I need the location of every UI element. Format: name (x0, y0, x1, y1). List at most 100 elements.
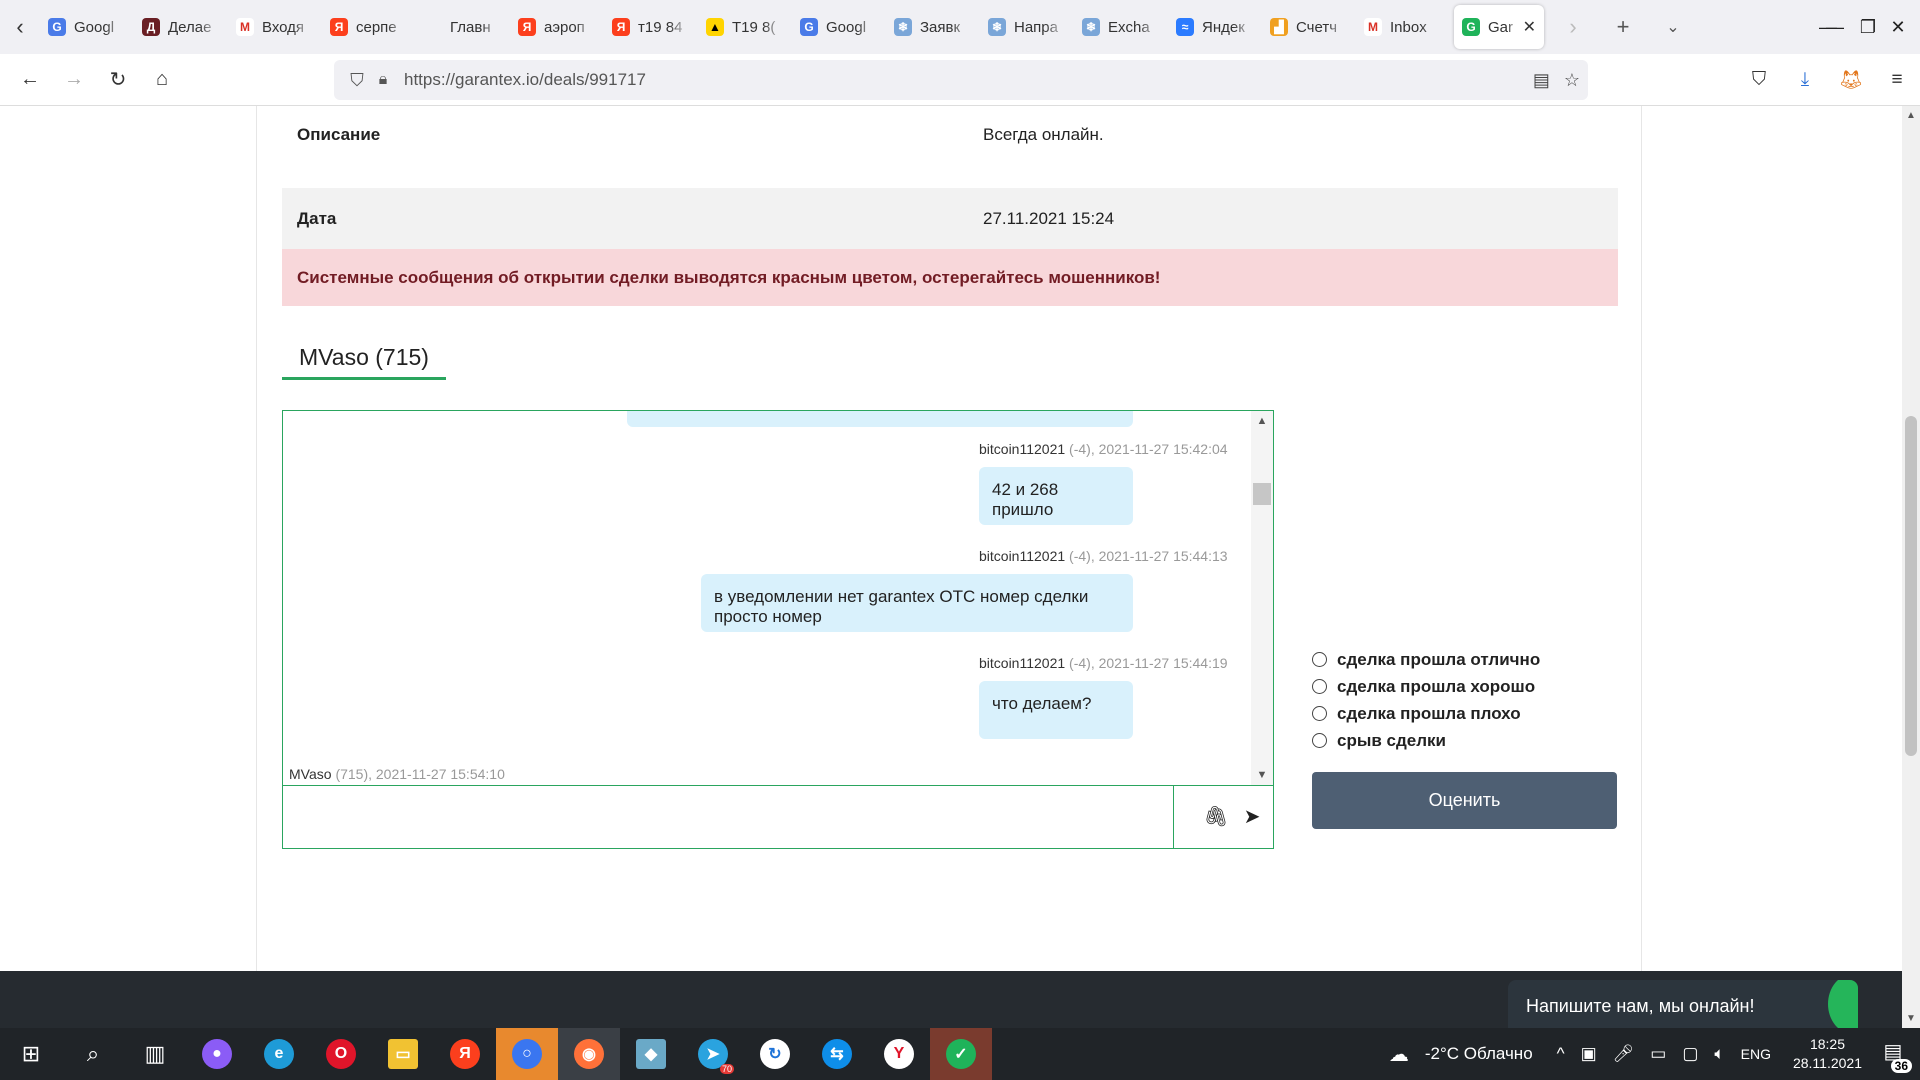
radio-button[interactable] (1312, 733, 1327, 748)
opera-browser-icon[interactable]: O (310, 1028, 372, 1080)
edge-browser-icon[interactable]: e (248, 1028, 310, 1080)
metamask-extension-icon[interactable]: 🦊︎ (1828, 68, 1874, 92)
clock[interactable]: 18:25 28.11.2021 (1793, 1035, 1862, 1073)
radio-button[interactable] (1312, 706, 1327, 721)
file-explorer-icon[interactable]: ▭ (372, 1028, 434, 1080)
browser-tab[interactable]: Д Делае (134, 5, 228, 49)
language-indicator[interactable]: ENG (1741, 1046, 1771, 1062)
battery-icon[interactable]: ▭ (1650, 1044, 1666, 1064)
tab-favicon-icon (424, 18, 442, 36)
notification-center-icon[interactable]: ▤ 36 (1876, 1039, 1912, 1073)
volume-icon[interactable]: 🔈︎ (1714, 1044, 1724, 1064)
chevron-down-icon[interactable]: ▼ (1251, 765, 1273, 785)
chat-scrollbar[interactable]: ▲ ▼ (1251, 411, 1273, 785)
address-bar[interactable]: ⛉ 🔒︎ https://garantex.io/deals/991717 ▤ … (334, 60, 1588, 100)
url-text[interactable]: https://garantex.io/deals/991717 (404, 70, 646, 90)
browser-tab[interactable]: ▟ Счетч (1262, 5, 1356, 49)
weather-text[interactable]: -2°C Облачно (1425, 1044, 1533, 1064)
browser-tab[interactable]: M Inbox (1356, 5, 1450, 49)
system-tray: ☁ -2°C Облачно ^ ▣ 🎤︎ ▭ ▢ 🔈︎ ENG 18:25 2… (1381, 1028, 1920, 1080)
teamviewer-icon[interactable]: ⇆ (806, 1028, 868, 1080)
browser-tab[interactable]: Ясерпе (322, 5, 416, 49)
firefox-browser-icon[interactable]: ◉ (558, 1028, 620, 1080)
game-app-icon[interactable]: ✓ (930, 1028, 992, 1080)
browser-tab[interactable]: G Googl (40, 5, 134, 49)
alice-assistant-icon[interactable]: ● (186, 1028, 248, 1080)
home-button[interactable]: ⌂ (140, 54, 184, 106)
radio-button[interactable] (1312, 652, 1327, 667)
telegram-app-icon[interactable]: ➤ 70 (682, 1028, 744, 1080)
page-content: Описание Всегда онлайн. Дата 27.11.2021 … (0, 106, 1902, 1028)
attach-file-icon[interactable]: 🖇︎ (1201, 802, 1231, 832)
browser-tab[interactable]: ≈ Яндек (1168, 5, 1262, 49)
page-scrollbar[interactable]: ▲ ▼ (1902, 106, 1920, 1028)
deal-rating-options: сделка прошла отлично сделка прошла хоро… (1312, 646, 1540, 754)
downloads-icon[interactable]: ⤓ (1782, 69, 1828, 91)
back-button[interactable]: ← (8, 54, 52, 106)
close-tab-icon[interactable]: ✕ (1523, 17, 1536, 37)
tab-label: Заявк (920, 18, 961, 36)
message-input[interactable] (283, 786, 1173, 848)
task-view-icon[interactable]: ▥ (124, 1028, 186, 1080)
garantex-favicon-icon: G (1462, 18, 1480, 36)
chat-scrollbar-thumb[interactable] (1253, 483, 1271, 505)
shield-icon[interactable]: ⛉ (344, 70, 370, 91)
tab-favicon-icon: Д (142, 18, 160, 36)
rate-button[interactable]: Оценить (1312, 772, 1617, 829)
forward-button[interactable]: → (52, 54, 96, 106)
start-windows-icon[interactable]: ⊞ (0, 1028, 62, 1080)
browser-tab[interactable]: G Googl (792, 5, 886, 49)
notes-app-icon[interactable]: ◆ (620, 1028, 682, 1080)
browser-tab[interactable]: M Входя (228, 5, 322, 49)
network-icon[interactable]: ▢ (1682, 1044, 1698, 1064)
camera-icon[interactable]: ▣ (1581, 1044, 1597, 1064)
browser-tab[interactable]: ▲ T19 8( (698, 5, 792, 49)
browser-tab[interactable]: ❄ Напра (980, 5, 1074, 49)
microphone-icon[interactable]: 🎤︎ (1613, 1044, 1635, 1064)
page-scrollbar-thumb[interactable] (1905, 416, 1917, 756)
chat-messages[interactable]: bitcoin112021 (-4), 2021-11-27 15:42:04 … (282, 410, 1274, 786)
tab-scroll-left-button[interactable]: ‹ (0, 0, 40, 54)
chat-message-meta: bitcoin112021 (-4), 2021-11-27 15:44:19 (979, 655, 1228, 671)
chevron-up-icon[interactable]: ▲ (1902, 110, 1920, 121)
chevron-down-icon[interactable]: ▼ (1902, 1013, 1920, 1024)
search-icon[interactable]: ⌕ (62, 1028, 124, 1080)
menu-icon[interactable]: ≡ (1874, 69, 1920, 91)
new-tab-button[interactable]: + (1598, 0, 1648, 54)
chat-partner-tab[interactable]: MVaso (715) (282, 334, 446, 380)
yandex-app-icon[interactable]: Y (868, 1028, 930, 1080)
tray-expand-icon[interactable]: ^ (1557, 1044, 1565, 1064)
reload-button[interactable]: ↻ (96, 54, 140, 106)
bookmark-star-icon[interactable]: ☆ (1564, 70, 1580, 91)
tab-label: т19 84 (638, 18, 683, 36)
browser-tab[interactable]: ❄ Заявк (886, 5, 980, 49)
minimize-window-button[interactable]: — (1810, 0, 1846, 54)
rating-option-bad[interactable]: сделка прошла плохо (1312, 700, 1540, 727)
tab-active[interactable]: G Gar ✕ (1454, 5, 1544, 49)
support-chat-widget[interactable]: Напишите нам, мы онлайн! (1508, 980, 1858, 1028)
signal-app-icon[interactable]: ○ (496, 1028, 558, 1080)
reader-view-icon[interactable]: ▤ (1533, 70, 1550, 91)
weather-cloud-icon[interactable]: ☁ (1389, 1042, 1409, 1067)
yandex-browser-icon[interactable]: Я (434, 1028, 496, 1080)
send-message-icon[interactable]: ➤ (1237, 802, 1267, 832)
browser-tab[interactable]: Ят19 84 (604, 5, 698, 49)
chat-message-meta: bitcoin112021 (-4), 2021-11-27 15:44:13 (979, 548, 1228, 564)
pocket-icon[interactable]: ⛉ (1736, 69, 1782, 91)
browser-tab[interactable]: Яаэроп (510, 5, 604, 49)
browser-tab[interactable]: ❄ Excha (1074, 5, 1168, 49)
message-timestamp: (-4), 2021-11-27 15:44:13 (1069, 548, 1228, 564)
radio-button[interactable] (1312, 679, 1327, 694)
rating-option-excellent[interactable]: сделка прошла отлично (1312, 646, 1540, 673)
browser-tab[interactable]: Главн (416, 5, 510, 49)
tab-scroll-right-button[interactable]: › (1548, 0, 1598, 54)
list-tabs-button[interactable]: ⌄ (1648, 0, 1698, 54)
sync-app-icon[interactable]: ↻ (744, 1028, 806, 1080)
tab-favicon-icon: ▟ (1270, 18, 1288, 36)
lock-icon[interactable]: 🔒︎ (370, 71, 396, 89)
chevron-up-icon[interactable]: ▲ (1251, 411, 1273, 431)
rating-option-failed[interactable]: срыв сделки (1312, 727, 1540, 754)
rating-option-good[interactable]: сделка прошла хорошо (1312, 673, 1540, 700)
tab-favicon-icon: G (48, 18, 66, 36)
close-window-button[interactable]: ✕ (1880, 0, 1916, 54)
